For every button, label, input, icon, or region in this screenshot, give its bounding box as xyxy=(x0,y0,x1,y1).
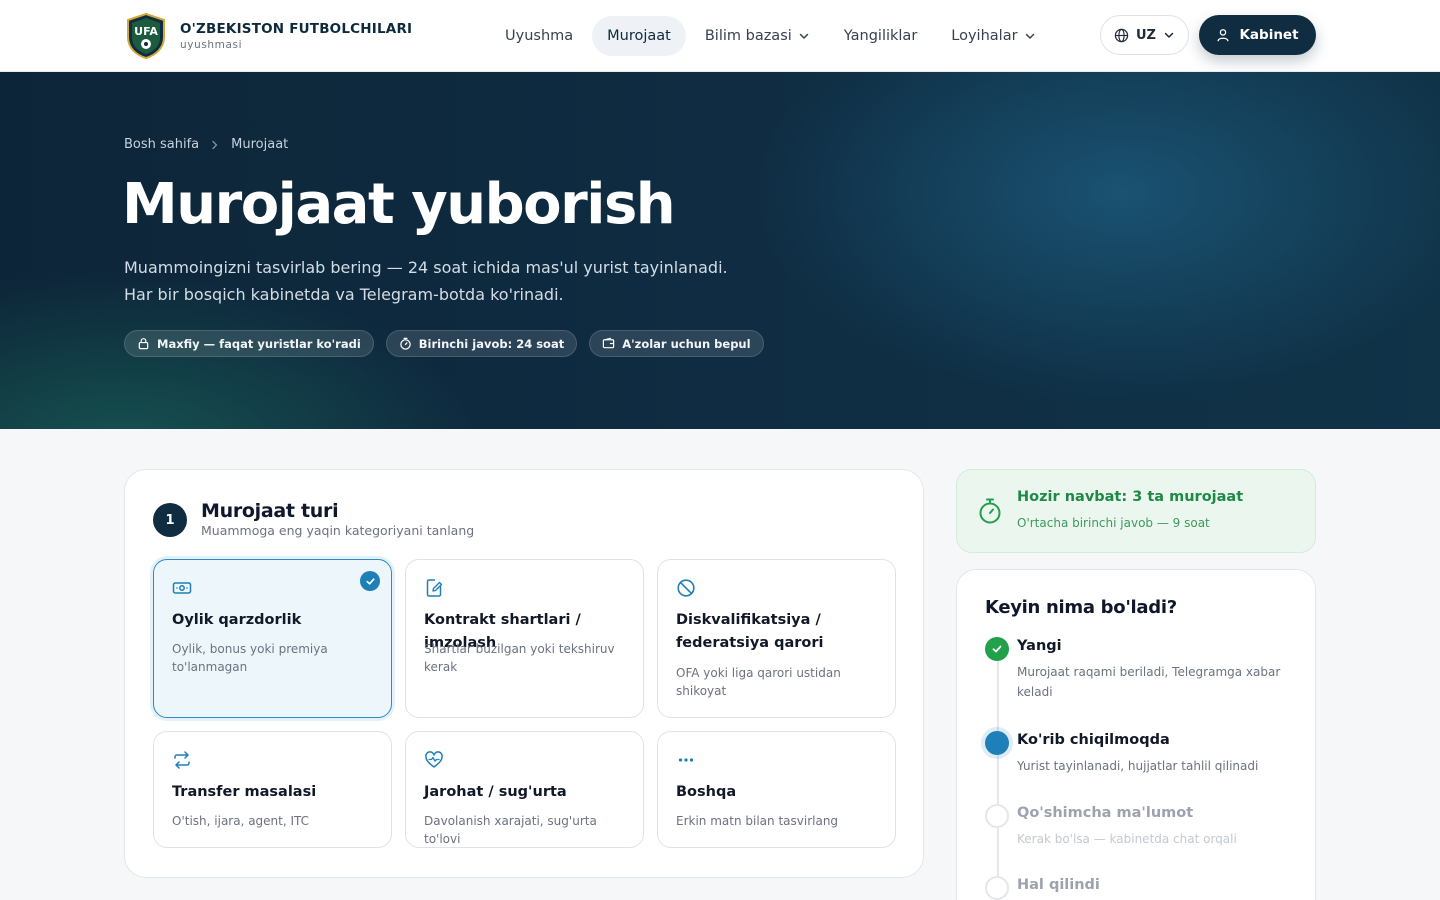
nav-item-loyihalar[interactable]: Loyihalar xyxy=(936,16,1050,56)
language-label: UZ xyxy=(1136,27,1156,43)
timeline-step-description: Murojaat raqami beriladi, Telegramga xab… xyxy=(1017,665,1281,699)
wallet-icon xyxy=(602,337,615,349)
chevron-right-icon xyxy=(212,140,218,149)
nav-label: Bilim bazasi xyxy=(704,28,792,44)
timeline-step-new: Yangi Murojaat raqami beriladi, Telegram… xyxy=(985,637,1285,707)
hero-description-line: Har bir bosqich kabinetda va Telegram-bo… xyxy=(124,285,564,304)
category-tile-injury[interactable]: Jarohat / sug'urta Davolanish xarajati, … xyxy=(405,731,644,848)
timeline-step-description: Kerak bo'lsa — kabinetda chat orqali xyxy=(1017,832,1237,846)
check-icon xyxy=(985,637,1009,661)
nav-label: Uyushma xyxy=(505,28,574,44)
nav-item-yangiliklar[interactable]: Yangiliklar xyxy=(829,16,933,56)
contract-edit-icon xyxy=(426,579,443,597)
brand[interactable]: UFA O'ZBEKISTON FUTBOLCHILARI uyushmasi xyxy=(126,13,412,59)
pill-label: Maxfiy — faqat yuristlar ko'radi xyxy=(157,336,361,351)
top-navbar: UFA O'ZBEKISTON FUTBOLCHILARI uyushmasi … xyxy=(0,0,1440,72)
tile-title: Jarohat / sug'urta xyxy=(424,784,567,800)
cabinet-button[interactable]: Kabinet xyxy=(1199,15,1316,55)
category-tile-salary-debt[interactable]: Oylik qarzdorlik Oylik, bonus yoki premi… xyxy=(153,559,392,718)
tile-description: Shartlar buzilgan yoki tekshiruv kerak xyxy=(424,642,615,674)
pill-confidential: Maxfiy — faqat yuristlar ko'radi xyxy=(124,330,374,357)
hero-description: Muammoingizni tasvirlab bering — 24 soat… xyxy=(124,254,764,308)
chevron-down-icon xyxy=(799,33,809,39)
feature-pills: Maxfiy — faqat yuristlar ko'radi Birinch… xyxy=(124,330,764,357)
step-title: Murojaat turi xyxy=(201,500,339,522)
breadcrumb-current: Murojaat xyxy=(231,137,289,152)
tile-description: OFA yoki liga qarori ustidan shikoyat xyxy=(676,666,841,698)
hero-description-line: Muammoingizni tasvirlab bering — 24 soat… xyxy=(124,258,728,277)
queue-title: Hozir navbat: 3 ta murojaat xyxy=(1017,489,1244,505)
brand-title: O'ZBEKISTON FUTBOLCHILARI xyxy=(180,21,413,37)
page-title: Murojaat yuborish xyxy=(122,172,676,237)
timeline-step-resolved: Hal qilindi xyxy=(985,876,1285,900)
cabinet-label: Kabinet xyxy=(1239,27,1299,43)
globe-icon xyxy=(1114,28,1129,42)
nav-item-bilim-bazasi[interactable]: Bilim bazasi xyxy=(690,16,825,56)
user-icon xyxy=(1217,29,1229,42)
transfer-icon xyxy=(174,751,190,769)
pill-label: A'zolar uchun bepul xyxy=(622,336,751,351)
language-switcher[interactable]: UZ xyxy=(1100,15,1189,55)
more-icon xyxy=(678,758,694,762)
brand-subtitle: uyushmasi xyxy=(180,39,243,51)
nav-label: Murojaat xyxy=(607,28,671,44)
category-tile-contract[interactable]: Kontrakt shartlari / imzolash Shartlar b… xyxy=(405,559,644,718)
pill-label: Birinchi javob: 24 soat xyxy=(418,336,565,351)
tile-description: Oylik, bonus yoki premiya to'lanmagan xyxy=(172,642,328,674)
next-steps-title: Keyin nima bo'ladi? xyxy=(985,597,1177,618)
ufa-logo-icon: UFA xyxy=(127,13,165,59)
nav-label: Yangiliklar xyxy=(843,28,918,44)
chevron-down-icon xyxy=(1164,32,1174,38)
timeline-step-title: Qo'shimcha ma'lumot xyxy=(1017,805,1194,821)
logo-text: UFA xyxy=(134,25,158,38)
nav-item-uyushma[interactable]: Uyushma xyxy=(490,16,588,56)
timeline-step-description: Yurist tayinlanadi, hujjatlar tahlil qil… xyxy=(1017,759,1259,773)
queue-status-card: Hozir navbat: 3 ta murojaat O'rtacha bir… xyxy=(956,469,1316,553)
timeline-step-title: Yangi xyxy=(1017,638,1062,654)
ban-icon xyxy=(677,579,695,597)
chevron-down-icon xyxy=(1025,33,1034,39)
cash-icon xyxy=(172,582,192,594)
timer-icon xyxy=(400,337,411,350)
category-tile-disqualification[interactable]: Diskvalifikatsiya / federatsiya qarori O… xyxy=(657,559,896,718)
step-subtitle: Muammoga eng yaqin kategoriyani tanlang xyxy=(201,523,475,538)
breadcrumb: Bosh sahifa Murojaat xyxy=(124,137,288,152)
hero-section: Bosh sahifa Murojaat Murojaat yuborish M… xyxy=(0,72,1440,429)
pill-first-response: Birinchi javob: 24 soat xyxy=(385,330,578,357)
breadcrumb-home-link[interactable]: Bosh sahifa xyxy=(124,137,199,152)
main-nav: Uyushma Murojaat Bilim bazasi Yangilikla… xyxy=(490,16,1051,56)
pill-free-for-members: A'zolar uchun bepul xyxy=(589,330,764,357)
timeline-step-review: Ko'rib chiqilmoqda Yurist tayinlanadi, h… xyxy=(985,731,1285,781)
step-number-badge: 1 xyxy=(153,503,187,537)
selected-check-icon xyxy=(360,571,380,591)
tile-title: Transfer masalasi xyxy=(172,784,317,800)
tile-title: Oylik qarzdorlik xyxy=(172,612,302,628)
pending-step-dot xyxy=(985,804,1009,828)
tile-title: Boshqa xyxy=(676,784,737,800)
nav-label: Loyihalar xyxy=(951,28,1018,44)
step-header: 1 Murojaat turi Muammoga eng yaqin kateg… xyxy=(153,500,474,538)
timeline-step-more-info: Qo'shimcha ma'lumot Kerak bo'lsa — kabin… xyxy=(985,804,1285,854)
next-steps-card: Keyin nima bo'ladi? Yangi Murojaat raqam… xyxy=(956,569,1316,900)
timeline-step-title: Hal qilindi xyxy=(1017,877,1100,893)
tile-description: Davolanish xarajati, sug'urta to'lovi xyxy=(424,814,597,846)
lock-icon xyxy=(138,338,149,350)
category-tile-other[interactable]: Boshqa Erkin matn bilan tasvirlang xyxy=(657,731,896,848)
tile-description: O'tish, ijara, agent, ITC xyxy=(172,814,310,828)
current-step-dot xyxy=(985,731,1009,755)
request-type-card: 1 Murojaat turi Muammoga eng yaqin kateg… xyxy=(124,469,924,878)
timeline-step-title: Ko'rib chiqilmoqda xyxy=(1017,732,1170,748)
tile-description: Erkin matn bilan tasvirlang xyxy=(676,814,839,828)
queue-subtitle: O'rtacha birinchi javob — 9 soat xyxy=(1017,516,1210,530)
category-tile-transfer[interactable]: Transfer masalasi O'tish, ijara, agent, … xyxy=(153,731,392,848)
heart-pulse-icon xyxy=(425,751,443,768)
tile-title: Diskvalifikatsiya / federatsiya qarori xyxy=(676,612,824,651)
stopwatch-icon xyxy=(979,498,1001,524)
nav-item-murojaat[interactable]: Murojaat xyxy=(592,16,686,56)
pending-step-dot xyxy=(985,876,1009,900)
